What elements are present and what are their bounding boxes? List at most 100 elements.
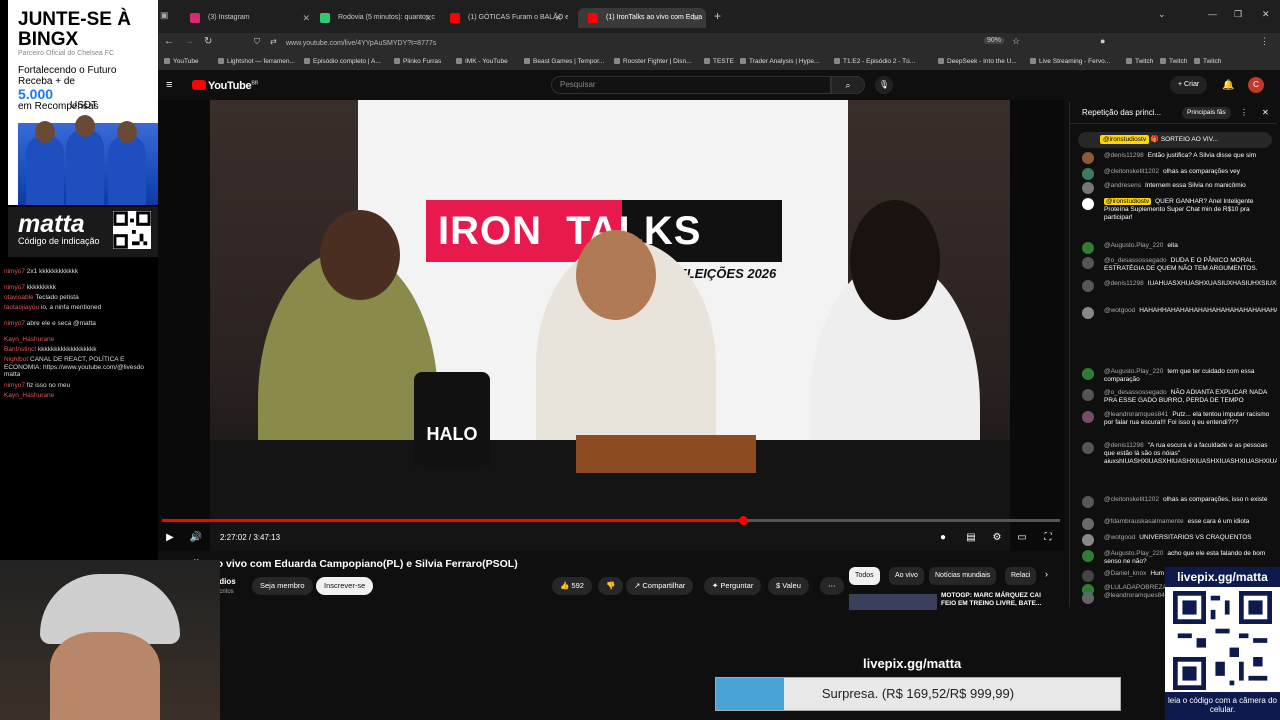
chat-username[interactable]: @ironstudiostv	[1104, 198, 1152, 205]
chat-username[interactable]: @fdambrauskasalmamente	[1104, 518, 1184, 525]
recommended-video[interactable]: MOTOGP: MARC MÁRQUEZ CAI FEIO EM TREINO …	[849, 592, 1059, 610]
bookmark-star-icon[interactable]: ☆	[1012, 36, 1020, 47]
extension-icon[interactable]: ●	[1100, 36, 1105, 46]
close-tab-icon[interactable]: ✕	[692, 8, 700, 28]
bookmark-item[interactable]: Rooster Fighter | Disn...	[614, 53, 692, 71]
chat-username[interactable]: @Augusto.Play_220	[1104, 242, 1163, 249]
dislike-button[interactable]: 👎	[598, 577, 624, 595]
bookmark-item[interactable]: Beast Games | Tempor...	[524, 53, 604, 71]
chat-username[interactable]: @denis11298	[1104, 152, 1144, 159]
chat-avatar[interactable]	[1082, 242, 1094, 254]
mic-icon[interactable]: 🎙	[875, 76, 893, 94]
theater-mode-icon[interactable]: ▭	[1014, 530, 1030, 546]
chat-avatar[interactable]	[1082, 550, 1094, 562]
chat-username[interactable]: @o_desassossegado	[1104, 257, 1167, 264]
chat-avatar[interactable]	[1082, 496, 1094, 508]
chat-avatar[interactable]	[1082, 152, 1094, 164]
share-button[interactable]: ↗ Compartilhar	[626, 577, 694, 595]
chat-avatar[interactable]	[1082, 182, 1094, 194]
bookmark-item[interactable]: Trader Analysis | Hype...	[740, 53, 819, 71]
forward-icon[interactable]: →	[184, 36, 194, 47]
chat-username[interactable]: @denis11298	[1104, 280, 1144, 287]
close-tab-icon[interactable]: ✕	[424, 8, 432, 28]
settings-gear-icon[interactable]: ⚙	[989, 530, 1005, 546]
bookmark-item[interactable]: Twitch	[1126, 53, 1153, 71]
top-fans-badge[interactable]: Principais fãs	[1182, 107, 1231, 119]
filter-chip[interactable]: Relaci	[1005, 567, 1037, 585]
chat-username[interactable]: @wotgood	[1104, 534, 1135, 541]
chevron-down-icon[interactable]: ⌄	[1158, 9, 1166, 20]
bookmark-item[interactable]: YouTube	[164, 53, 199, 71]
chat-avatar[interactable]	[1082, 411, 1094, 423]
bookmark-item[interactable]: T1:E2 - Episódio 2 - Tú...	[834, 53, 915, 71]
bookmark-item[interactable]: TESTE	[704, 53, 734, 71]
join-button[interactable]: Seja membro	[252, 577, 313, 595]
bookmark-item[interactable]: IMK - YouTube	[456, 53, 508, 71]
maximize-button[interactable]: ❐	[1234, 9, 1242, 20]
chat-username[interactable]: @Daniel_knox	[1104, 570, 1146, 577]
chat-avatar[interactable]	[1082, 168, 1094, 180]
recommended-title[interactable]: MOTOGP: MARC MÁRQUEZ CAI FEIO EM TREINO …	[941, 592, 1051, 608]
like-button[interactable]: 👍 592	[552, 577, 592, 595]
bookmark-item[interactable]: DeepSeek - Into the U...	[938, 53, 1017, 71]
video-player[interactable]: IRON TALKS ELEIÇÕES 2026 HALO ▶ 🔊 2:27:0…	[158, 100, 1064, 551]
tab-3[interactable]: (1) IronTalks ao vivo com Edua ✕	[578, 8, 706, 28]
chevron-right-icon[interactable]: ›	[1045, 569, 1048, 579]
chat-avatar[interactable]	[1082, 368, 1094, 380]
subscribe-button[interactable]: Inscrever-se	[316, 577, 374, 595]
subtitles-icon[interactable]: ▤	[963, 530, 979, 546]
tab-2[interactable]: (1) GÓTICAS Furam o BALÃO e ✕	[440, 8, 568, 28]
chat-avatar[interactable]	[1082, 570, 1094, 582]
back-icon[interactable]: ←	[164, 36, 174, 47]
chat-avatar[interactable]	[1082, 257, 1094, 269]
more-button[interactable]: ⋯	[820, 577, 844, 595]
chat-username[interactable]: @wotgood	[1104, 307, 1135, 314]
chat-username[interactable]: @Augusto.Play_220	[1104, 550, 1163, 557]
play-icon[interactable]: ▶	[162, 530, 178, 546]
youtube-logo[interactable]: YouTubeBR	[192, 80, 258, 92]
close-window-button[interactable]: ✕	[1262, 9, 1270, 20]
close-tab-icon[interactable]: ✕	[302, 8, 310, 28]
chat-avatar[interactable]	[1082, 198, 1094, 210]
avatar[interactable]: C	[1248, 77, 1264, 93]
notifications-icon[interactable]: 🔔	[1222, 80, 1234, 91]
bookmark-item[interactable]: Plinko Furras	[394, 53, 441, 71]
ask-button[interactable]: ✦ Perguntar	[704, 577, 762, 595]
tab-1[interactable]: Rodovia (5 minutos): quantos c ✕	[310, 8, 438, 28]
bookmark-item[interactable]: Live Streaming - Fervo...	[1030, 53, 1110, 71]
filter-chip[interactable]: Ao vivo	[889, 567, 924, 585]
filter-chip[interactable]: Todos	[849, 567, 880, 585]
filter-chip[interactable]: Notícias mundiais	[929, 567, 997, 585]
pinned-message[interactable]: @ironstudiostv 🎁 SORTEIO AO VIV...	[1078, 132, 1272, 148]
volume-icon[interactable]: 🔊	[188, 530, 204, 546]
chat-username[interactable]: @andresens	[1104, 182, 1141, 189]
search-button[interactable]: ⌕	[831, 76, 865, 94]
close-chat-icon[interactable]: ✕	[1262, 102, 1269, 124]
address-bar[interactable]: www.youtube.com/live/4YYpAuSMYDY?t=8777s	[286, 36, 1036, 51]
menu-icon[interactable]: ⋮	[1260, 36, 1269, 47]
reload-icon[interactable]: ↻	[204, 36, 212, 47]
tab-list-icon[interactable]: ▣	[160, 10, 169, 21]
tab-0[interactable]: (3) Instagram ✕	[180, 8, 316, 28]
zoom-level[interactable]: 90%	[984, 37, 1005, 44]
bookmark-item[interactable]: Twitch	[1194, 53, 1221, 71]
chat-username[interactable]: @denis11298	[1104, 442, 1144, 449]
chat-username[interactable]: @leandroramques841	[1104, 411, 1168, 418]
autoplay-toggle[interactable]: ●	[935, 530, 951, 546]
chat-menu-icon[interactable]: ⋮	[1240, 102, 1248, 124]
chat-username[interactable]: @LULADAPOBREZA	[1104, 584, 1167, 591]
chat-avatar[interactable]	[1082, 592, 1094, 604]
chat-username[interactable]: @Augusto.Play_220	[1104, 368, 1163, 375]
chat-username[interactable]: @o_desassossegado	[1104, 389, 1167, 396]
bookmark-item[interactable]: Episódio completo | A...	[304, 53, 381, 71]
chat-mode-select[interactable]: Repetição das princi...	[1082, 102, 1161, 124]
chat-avatar[interactable]	[1082, 518, 1094, 530]
new-tab-button[interactable]: +	[714, 9, 721, 23]
chat-avatar[interactable]	[1082, 280, 1094, 292]
fullscreen-icon[interactable]: ⛶	[1040, 530, 1056, 546]
hamburger-menu-icon[interactable]: ≡	[166, 79, 172, 91]
chat-avatar[interactable]	[1082, 534, 1094, 546]
chat-avatar[interactable]	[1082, 442, 1094, 454]
chat-avatar[interactable]	[1082, 307, 1094, 319]
search-input[interactable]: Pesquisar	[551, 76, 831, 94]
